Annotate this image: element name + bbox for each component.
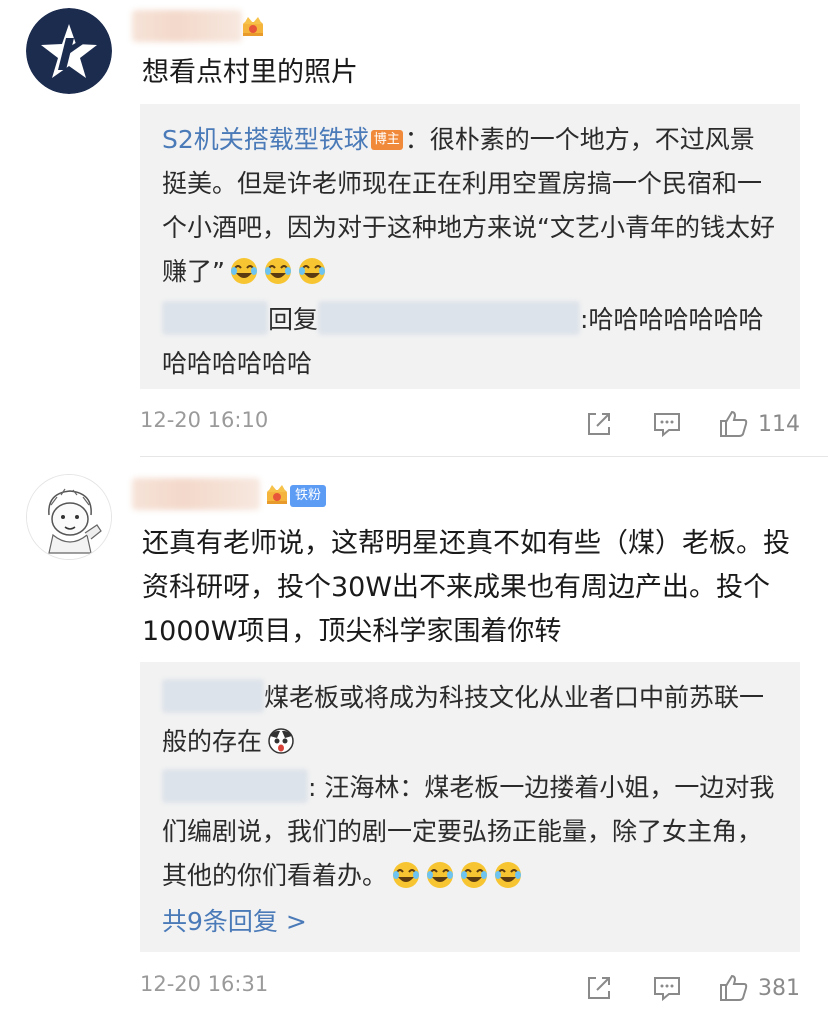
thumbs-up-icon xyxy=(720,974,748,1001)
avatar[interactable] xyxy=(26,8,112,94)
comment-button[interactable] xyxy=(652,968,682,1008)
reply-author-redacted[interactable] xyxy=(162,769,308,803)
comment-feed: 想看点村里的照片 S2机关搭载型铁球 博主 ：很朴素的一个地方，不过风景挺美。但是许… xyxy=(0,0,828,1011)
comment-footer: 12-20 16:10 114 xyxy=(140,404,802,444)
username-redacted[interactable] xyxy=(132,478,260,510)
host-badge: 博主 xyxy=(370,130,403,150)
laugh-cry-emoji xyxy=(493,860,523,890)
comment-icon xyxy=(654,977,680,1002)
laugh-cry-emoji xyxy=(263,256,293,286)
fan-badge: 铁粉 xyxy=(290,485,327,507)
comment-item: 铁粉 还真有老师说，这帮明星还真不如有些（煤）老板。投资科研呀，投个30W出不来… xyxy=(0,462,828,1011)
comment-footer: 12-20 16:31 381 xyxy=(140,968,802,1008)
sketch-character-icon xyxy=(27,475,111,559)
like-count: 114 xyxy=(758,411,800,437)
avatar[interactable] xyxy=(26,474,112,560)
username-redacted[interactable] xyxy=(132,10,242,42)
reply-item[interactable]: 回复:哈哈哈哈哈哈哈哈哈哈哈哈哈 xyxy=(162,298,778,386)
divider xyxy=(140,456,828,457)
laugh-cry-emoji xyxy=(229,256,259,286)
timestamp: 12-20 16:10 xyxy=(140,408,269,432)
reply-item[interactable]: : 汪海林：煤老板一边搂着小姐，一边对我们编剧说，我们的剧一定要弘扬正能量，除了… xyxy=(162,766,778,898)
comment-text: 还真有老师说，这帮明星还真不如有些（煤）老板。投资科研呀，投个30W出不来成果也… xyxy=(142,528,790,647)
like-count: 381 xyxy=(758,975,800,1001)
share-icon xyxy=(588,413,610,435)
reply-author-redacted[interactable] xyxy=(162,301,268,335)
share-button[interactable] xyxy=(584,404,614,444)
laugh-cry-emoji xyxy=(425,860,455,890)
timestamp: 12-20 16:31 xyxy=(140,972,269,996)
share-icon xyxy=(588,977,610,999)
reply-author[interactable]: S2机关搭载型铁球 xyxy=(162,125,369,154)
star-logo-icon xyxy=(26,8,112,94)
comment-icon xyxy=(654,413,680,438)
reply-item[interactable]: S2机关搭载型铁球 博主 ：很朴素的一个地方，不过风景挺美。但是许老师现在正在利用空… xyxy=(162,118,778,294)
reply-target-redacted[interactable] xyxy=(318,301,581,335)
share-button[interactable] xyxy=(584,968,614,1008)
crown-icon xyxy=(243,17,263,36)
comment-button[interactable] xyxy=(652,404,682,444)
shocked-emoji xyxy=(266,726,296,756)
comment-item: 想看点村里的照片 S2机关搭载型铁球 博主 ：很朴素的一个地方，不过风景挺美。但是许… xyxy=(0,0,828,452)
crown-icon xyxy=(267,485,287,504)
like-button[interactable]: 114 xyxy=(718,404,800,444)
laugh-cry-emoji xyxy=(297,256,327,286)
more-replies-link[interactable]: 共9条回复 > xyxy=(162,900,778,944)
laugh-cry-emoji xyxy=(391,860,421,890)
reply-author-redacted[interactable] xyxy=(162,679,264,713)
thumbs-up-icon xyxy=(720,410,748,437)
reply-word: 回复 xyxy=(268,305,319,334)
comment-text: 想看点村里的照片 xyxy=(142,57,358,88)
like-button[interactable]: 381 xyxy=(718,968,800,1008)
laugh-cry-emoji xyxy=(459,860,489,890)
reply-item[interactable]: 煤老板或将成为科技文化从业者口中前苏联一般的存在 xyxy=(162,676,778,764)
reply-box[interactable]: 煤老板或将成为科技文化从业者口中前苏联一般的存在 : 汪海林：煤老板一边搂着小姐… xyxy=(140,662,800,952)
reply-box[interactable]: S2机关搭载型铁球 博主 ：很朴素的一个地方，不过风景挺美。但是许老师现在正在利用空… xyxy=(140,104,800,389)
